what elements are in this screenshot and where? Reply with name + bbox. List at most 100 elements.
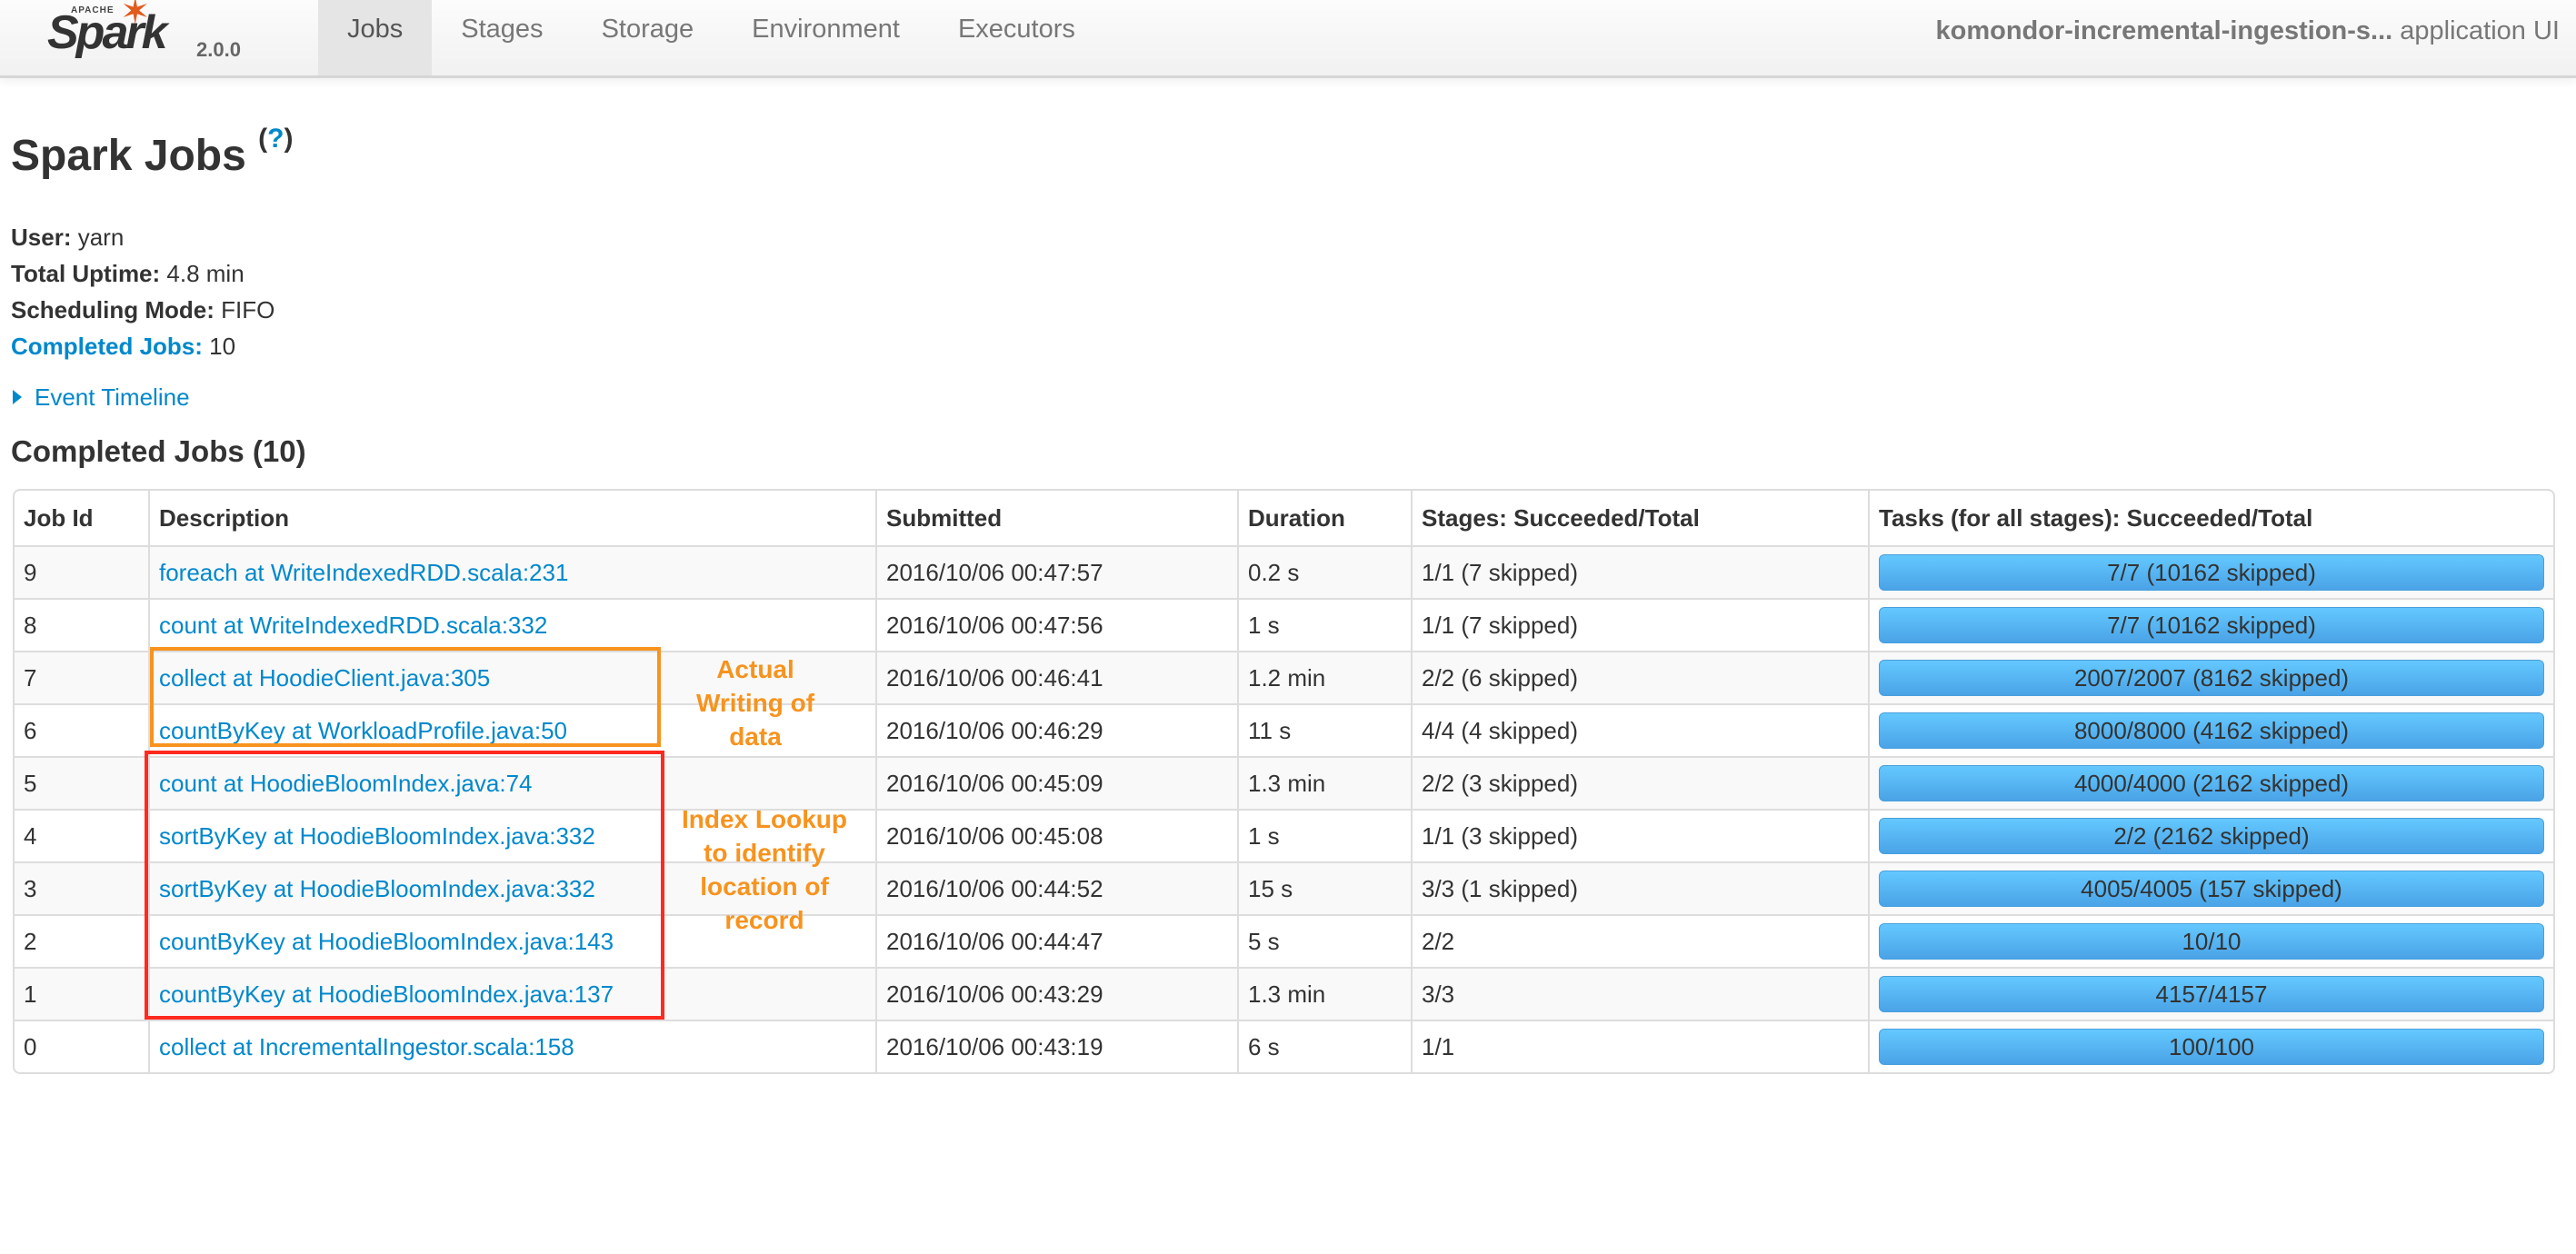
- navbar: APACHE ✶ Spark 2.0.0 Jobs Stages Storage…: [0, 0, 2576, 78]
- header-submitted[interactable]: Submitted: [875, 491, 1237, 545]
- completed-jobs-heading: Completed Jobs (10): [11, 434, 306, 468]
- header-description[interactable]: Description: [148, 491, 875, 545]
- submitted: 2016/10/06 00:46:29: [875, 703, 1237, 756]
- tasks-progress-bar: 100/100: [1879, 1029, 2544, 1065]
- event-timeline-toggle[interactable]: Event Timeline: [13, 383, 190, 412]
- job-description-link[interactable]: count at WriteIndexedRDD.scala:332: [159, 612, 547, 639]
- submitted: 2016/10/06 00:44:52: [875, 861, 1237, 914]
- tasks-progress-bar: 7/7 (10162 skipped): [1879, 607, 2544, 643]
- tasks-cell: 8000/8000 (4162 skipped): [1868, 703, 2553, 756]
- scheduling-label: Scheduling Mode:: [11, 296, 215, 323]
- tasks-progress-bar: 2/2 (2162 skipped): [1879, 818, 2544, 854]
- nav-tabs: Jobs Stages Storage Environment Executor…: [318, 0, 1104, 75]
- job-id: 6: [15, 703, 148, 756]
- tasks-cell: 2007/2007 (8162 skipped): [1868, 651, 2553, 703]
- uptime-label: Total Uptime:: [11, 260, 161, 287]
- user-label: User:: [11, 224, 72, 251]
- duration: 0.2 s: [1237, 545, 1411, 598]
- summary-info: User: yarn Total Uptime: 4.8 min Schedul…: [11, 219, 275, 364]
- annotation-line: Writing of: [695, 689, 815, 717]
- app-name-suffix: application UI: [2392, 16, 2560, 45]
- tasks-progress-text: 2/2 (2162 skipped): [2113, 821, 2310, 850]
- version: 2.0.0: [196, 38, 241, 61]
- tab-executors[interactable]: Executors: [929, 0, 1104, 75]
- job-description-link[interactable]: foreach at WriteIndexedRDD.scala:231: [159, 559, 568, 586]
- uptime-value: 4.8 min: [160, 260, 245, 287]
- job-id: 8: [15, 598, 148, 651]
- table-row: 0 collect at IncrementalIngestor.scala:15…: [15, 1020, 2553, 1072]
- tasks-progress-bar: 8000/8000 (4162 skipped): [1879, 712, 2544, 749]
- header-stages[interactable]: Stages: Succeeded/Total: [1411, 491, 1868, 545]
- job-id: 1: [15, 967, 148, 1020]
- header-job-id[interactable]: Job Id: [15, 491, 148, 545]
- stages: 2/2: [1411, 914, 1868, 967]
- tasks-cell: 100/100: [1868, 1020, 2553, 1072]
- scheduling-line: Scheduling Mode: FIFO: [11, 292, 275, 328]
- job-id: 2: [15, 914, 148, 967]
- tasks-progress-bar: 10/10: [1879, 923, 2544, 960]
- tasks-cell: 4005/4005 (157 skipped): [1868, 861, 2553, 914]
- tasks-progress-text: 10/10: [2182, 927, 2242, 955]
- duration: 5 s: [1237, 914, 1411, 967]
- tasks-cell: 2/2 (2162 skipped): [1868, 809, 2553, 861]
- stages: 4/4 (4 skipped): [1411, 703, 1868, 756]
- tab-stages[interactable]: Stages: [432, 0, 572, 75]
- table-row: 8 count at WriteIndexedRDD.scala:332 2016/…: [15, 598, 2553, 651]
- job-id: 5: [15, 756, 148, 809]
- tab-storage[interactable]: Storage: [573, 0, 724, 75]
- annotation-line: location of: [700, 872, 829, 901]
- tasks-cell: 4157/4157: [1868, 967, 2553, 1020]
- tasks-cell: 7/7 (10162 skipped): [1868, 598, 2553, 651]
- stages: 1/1: [1411, 1020, 1868, 1072]
- submitted: 2016/10/06 00:43:29: [875, 967, 1237, 1020]
- job-description-link[interactable]: collect at IncrementalIngestor.scala:158: [159, 1033, 574, 1060]
- help-link[interactable]: ?: [267, 124, 284, 154]
- tasks-progress-text: 4157/4157: [2155, 980, 2268, 1008]
- writing-highlight-box: [150, 647, 661, 747]
- stages: 3/3 (1 skipped): [1411, 861, 1868, 914]
- job-id: 9: [15, 545, 148, 598]
- job-id: 7: [15, 651, 148, 703]
- tasks-progress-bar: 7/7 (10162 skipped): [1879, 554, 2544, 591]
- header-duration[interactable]: Duration: [1237, 491, 1411, 545]
- tab-jobs[interactable]: Jobs: [318, 0, 433, 75]
- tasks-cell: 10/10: [1868, 914, 2553, 967]
- completed-value: 10: [202, 333, 236, 360]
- tasks-progress-bar: 4005/4005 (157 skipped): [1879, 871, 2544, 907]
- tasks-progress-bar: 2007/2007 (8162 skipped): [1879, 660, 2544, 696]
- tasks-progress-bar: 4157/4157: [1879, 976, 2544, 1012]
- duration: 15 s: [1237, 861, 1411, 914]
- logo-text: Spark: [47, 6, 168, 59]
- duration: 11 s: [1237, 703, 1411, 756]
- duration: 1 s: [1237, 598, 1411, 651]
- tab-environment[interactable]: Environment: [723, 0, 929, 75]
- annotation-line: record: [724, 906, 804, 934]
- table-row: 9 foreach at WriteIndexedRDD.scala:231 201…: [15, 545, 2553, 598]
- tasks-progress-text: 100/100: [2169, 1032, 2254, 1060]
- lookup-annotation: Index Lookup to identify location of record: [664, 802, 864, 937]
- submitted: 2016/10/06 00:46:41: [875, 651, 1237, 703]
- job-description-cell: foreach at WriteIndexedRDD.scala:231: [148, 545, 875, 598]
- duration: 1.3 min: [1237, 756, 1411, 809]
- tasks-cell: 4000/4000 (2162 skipped): [1868, 756, 2553, 809]
- app-name-bold: komondor-incremental-ingestion-s...: [1935, 16, 2393, 45]
- completed-jobs-link[interactable]: Completed Jobs:: [11, 333, 203, 360]
- header-tasks[interactable]: Tasks (for all stages): Succeeded/Total: [1868, 491, 2553, 545]
- tasks-progress-text: 7/7 (10162 skipped): [2107, 558, 2316, 586]
- submitted: 2016/10/06 00:44:47: [875, 914, 1237, 967]
- job-id: 4: [15, 809, 148, 861]
- annotation-line: to identify: [704, 839, 825, 867]
- app-name: komondor-incremental-ingestion-s... appl…: [1936, 16, 2561, 46]
- job-description-cell: collect at IncrementalIngestor.scala:158: [148, 1020, 875, 1072]
- stages: 1/1 (7 skipped): [1411, 598, 1868, 651]
- duration: 1 s: [1237, 809, 1411, 861]
- duration: 6 s: [1237, 1020, 1411, 1072]
- user-line: User: yarn: [11, 219, 275, 255]
- stages: 2/2 (3 skipped): [1411, 756, 1868, 809]
- tasks-progress-text: 4000/4000 (2162 skipped): [2073, 769, 2350, 797]
- stages: 1/1 (7 skipped): [1411, 545, 1868, 598]
- spark-logo[interactable]: APACHE ✶ Spark 2.0.0: [36, 0, 309, 75]
- event-timeline-label: Event Timeline: [35, 383, 190, 411]
- submitted: 2016/10/06 00:45:08: [875, 809, 1237, 861]
- submitted: 2016/10/06 00:45:09: [875, 756, 1237, 809]
